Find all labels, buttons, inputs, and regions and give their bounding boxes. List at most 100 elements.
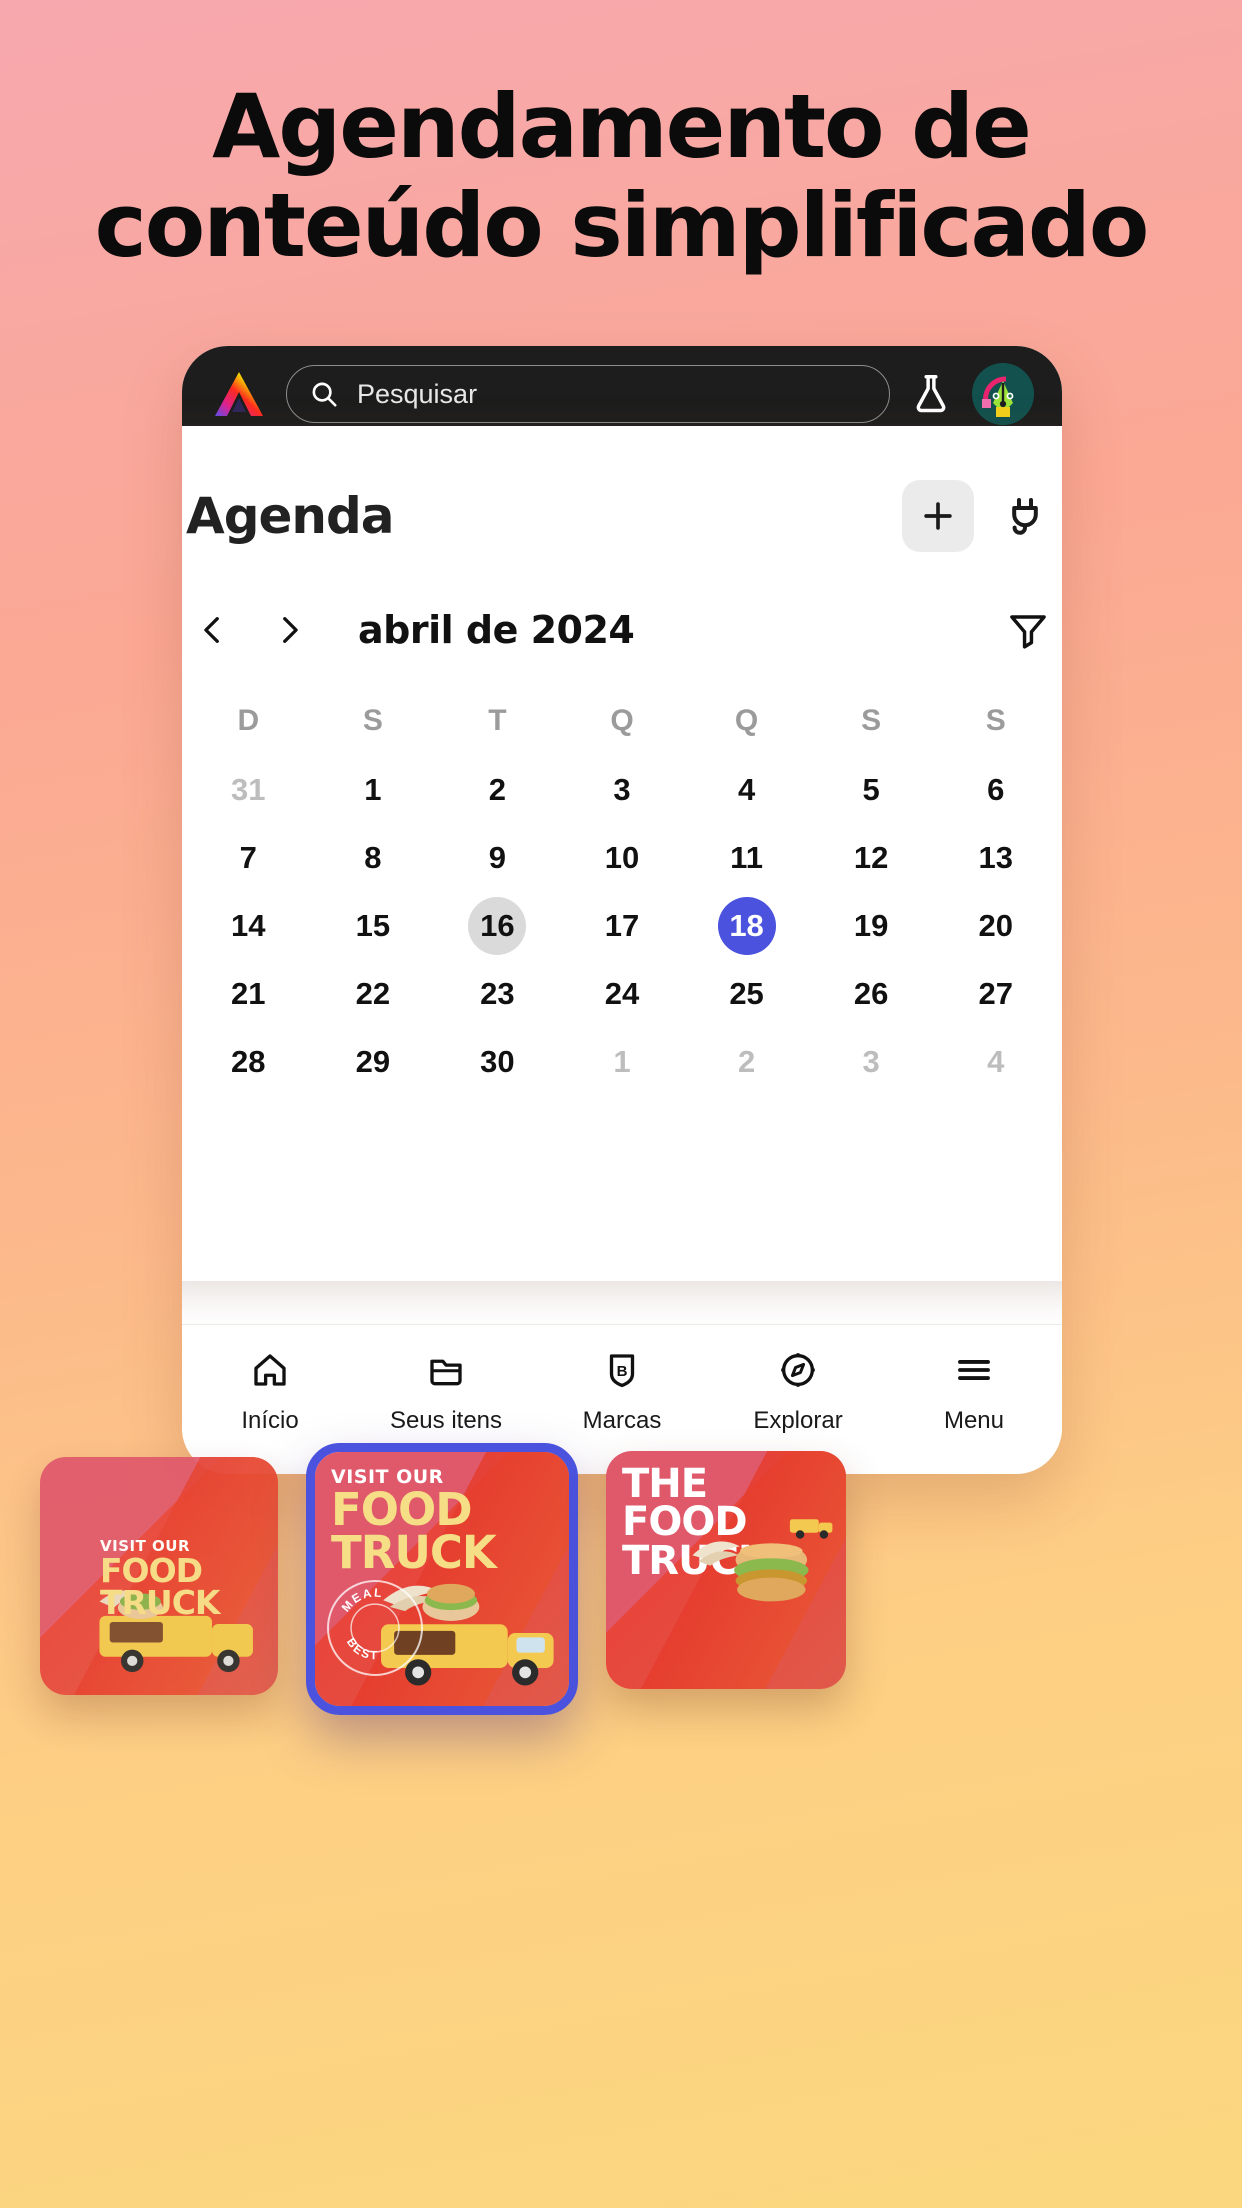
calendar-cell: 3 <box>560 756 685 824</box>
flask-icon[interactable] <box>908 371 954 417</box>
filter-button[interactable] <box>998 600 1058 660</box>
calendar-day[interactable]: 6 <box>967 761 1025 819</box>
calendar-day[interactable]: 7 <box>219 829 277 887</box>
calendar-day-today[interactable]: 16 <box>468 897 527 955</box>
calendar-day[interactable]: 29 <box>344 1033 402 1091</box>
calendar-cell: 24 <box>560 960 685 1028</box>
calendar-day[interactable]: 9 <box>468 829 526 887</box>
calendar-day[interactable]: 1 <box>593 1033 651 1091</box>
search-input[interactable]: Pesquisar <box>286 365 890 423</box>
calendar-day[interactable]: 11 <box>718 829 776 887</box>
calendar-cell: 27 <box>933 960 1058 1028</box>
brand-shield-icon: B <box>599 1347 645 1393</box>
prev-month-button[interactable] <box>186 603 240 657</box>
svg-text:BEST: BEST <box>344 1635 379 1662</box>
nav-item-seus-itens[interactable]: Seus itens <box>358 1347 534 1435</box>
calendar-week-row: 28 29 30 1 2 3 4 <box>186 1028 1058 1096</box>
calendar-day[interactable]: 4 <box>718 761 776 819</box>
calendar-day[interactable]: 21 <box>219 965 277 1023</box>
calendar-day[interactable]: 20 <box>967 897 1025 955</box>
plus-icon <box>924 502 952 530</box>
calendar-cell: 28 <box>186 1028 311 1096</box>
calendar-day[interactable]: 25 <box>718 965 776 1023</box>
calendar-cell: 22 <box>311 960 436 1028</box>
calendar-cell: 17 <box>560 892 685 960</box>
calendar-weekday: Q <box>610 704 634 737</box>
calendar-cell: 6 <box>933 756 1058 824</box>
adobe-express-logo-icon[interactable] <box>210 368 268 420</box>
chevron-left-icon <box>204 617 219 643</box>
card-food-truck-left[interactable]: VISIT OUR FOOD TRUCK <box>40 1457 278 1695</box>
calendar-day[interactable]: 19 <box>842 897 900 955</box>
phone-mockup: Pesquisar Agenda abril de 2024 D S T Q Q… <box>182 346 1062 1474</box>
agenda-header-actions <box>902 480 1058 552</box>
calendar-day[interactable]: 12 <box>842 829 900 887</box>
calendar-cell: 23 <box>435 960 560 1028</box>
calendar-cell: 12 <box>809 824 934 892</box>
calendar-cell: 4 <box>933 1028 1058 1096</box>
user-avatar[interactable] <box>972 363 1034 425</box>
calendar-cell: 4 <box>684 756 809 824</box>
calendar-day[interactable]: 24 <box>593 965 651 1023</box>
calendar-day[interactable]: 27 <box>967 965 1025 1023</box>
calendar-day[interactable]: 28 <box>219 1033 277 1091</box>
card-food-truck-right[interactable]: THE FOOD TRUCK <box>606 1451 846 1689</box>
calendar-weekday: S <box>362 704 383 737</box>
calendar-day[interactable]: 30 <box>468 1033 526 1091</box>
calendar-day[interactable]: 8 <box>344 829 402 887</box>
calendar-day[interactable]: 2 <box>468 761 526 819</box>
burger-illustration <box>692 1541 809 1602</box>
calendar-cell: 3 <box>809 1028 934 1096</box>
nav-item-explorar[interactable]: Explorar <box>710 1347 886 1435</box>
home-icon <box>247 1347 293 1393</box>
calendar-day[interactable]: 4 <box>967 1033 1025 1091</box>
month-label: abril de 2024 <box>358 608 635 652</box>
card-small-text: THE <box>622 1461 708 1507</box>
folder-icon <box>423 1347 469 1393</box>
calendar-cell: 19 <box>809 892 934 960</box>
calendar-weekday: T <box>488 704 507 737</box>
calendar-cell: 5 <box>809 756 934 824</box>
calendar-day[interactable]: 23 <box>468 965 526 1023</box>
calendar-day-selected[interactable]: 18 <box>717 897 776 955</box>
nav-item-inicio[interactable]: Início <box>182 1347 358 1435</box>
add-event-button[interactable] <box>902 480 974 552</box>
calendar-day[interactable]: 17 <box>593 897 651 955</box>
calendar-cell: 30 <box>435 1028 560 1096</box>
calendar-cell: 8 <box>311 824 436 892</box>
card-food-truck-center[interactable]: VISIT OUR FOOD TRUCK MEAL BEST <box>306 1443 578 1715</box>
month-navigation: abril de 2024 <box>186 600 1058 660</box>
calendar-day[interactable]: 5 <box>842 761 900 819</box>
calendar-cell: 29 <box>311 1028 436 1096</box>
calendar: DSTQQSS 31 1 2 3 4 5 6 7 8 9 10 11 12 13 14 15 16 17 18 19 2… <box>186 694 1058 1096</box>
calendar-day[interactable]: 14 <box>219 897 277 955</box>
calendar-cell: 25 <box>684 960 809 1028</box>
calendar-day[interactable]: 3 <box>593 761 651 819</box>
calendar-day[interactable]: 10 <box>593 829 651 887</box>
svg-text:B: B <box>617 1363 628 1380</box>
calendar-day[interactable]: 13 <box>967 829 1025 887</box>
calendar-day[interactable]: 15 <box>344 897 402 955</box>
nav-item-marcas[interactable]: B Marcas <box>534 1347 710 1435</box>
card-big-line-1: FOOD <box>100 1551 203 1590</box>
search-placeholder: Pesquisar <box>357 378 478 409</box>
calendar-cell: 14 <box>186 892 311 960</box>
calendar-cell: 2 <box>684 1028 809 1096</box>
calendar-day[interactable]: 26 <box>842 965 900 1023</box>
calendar-day[interactable]: 3 <box>842 1033 900 1091</box>
calendar-day[interactable]: 2 <box>718 1033 776 1091</box>
calendar-day[interactable]: 31 <box>219 761 277 819</box>
calendar-cell: 21 <box>186 960 311 1028</box>
headline-line-1: Agendamento de <box>212 75 1032 178</box>
connect-accounts-button[interactable] <box>992 483 1058 549</box>
calendar-weekday: Q <box>734 704 759 737</box>
nav-item-menu[interactable]: Menu <box>886 1347 1062 1435</box>
calendar-weeks: 31 1 2 3 4 5 6 7 8 9 10 11 12 13 14 15 16 17 18 19 20 21 22 23 2… <box>186 756 1058 1096</box>
calendar-day[interactable]: 22 <box>344 965 402 1023</box>
calendar-week-row: 14 15 16 17 18 19 20 <box>186 892 1058 960</box>
calendar-cell: 15 <box>311 892 436 960</box>
compass-icon <box>775 1347 821 1393</box>
calendar-day[interactable]: 1 <box>344 761 402 819</box>
next-month-button[interactable] <box>262 603 316 657</box>
calendar-weekday: S <box>861 704 882 737</box>
